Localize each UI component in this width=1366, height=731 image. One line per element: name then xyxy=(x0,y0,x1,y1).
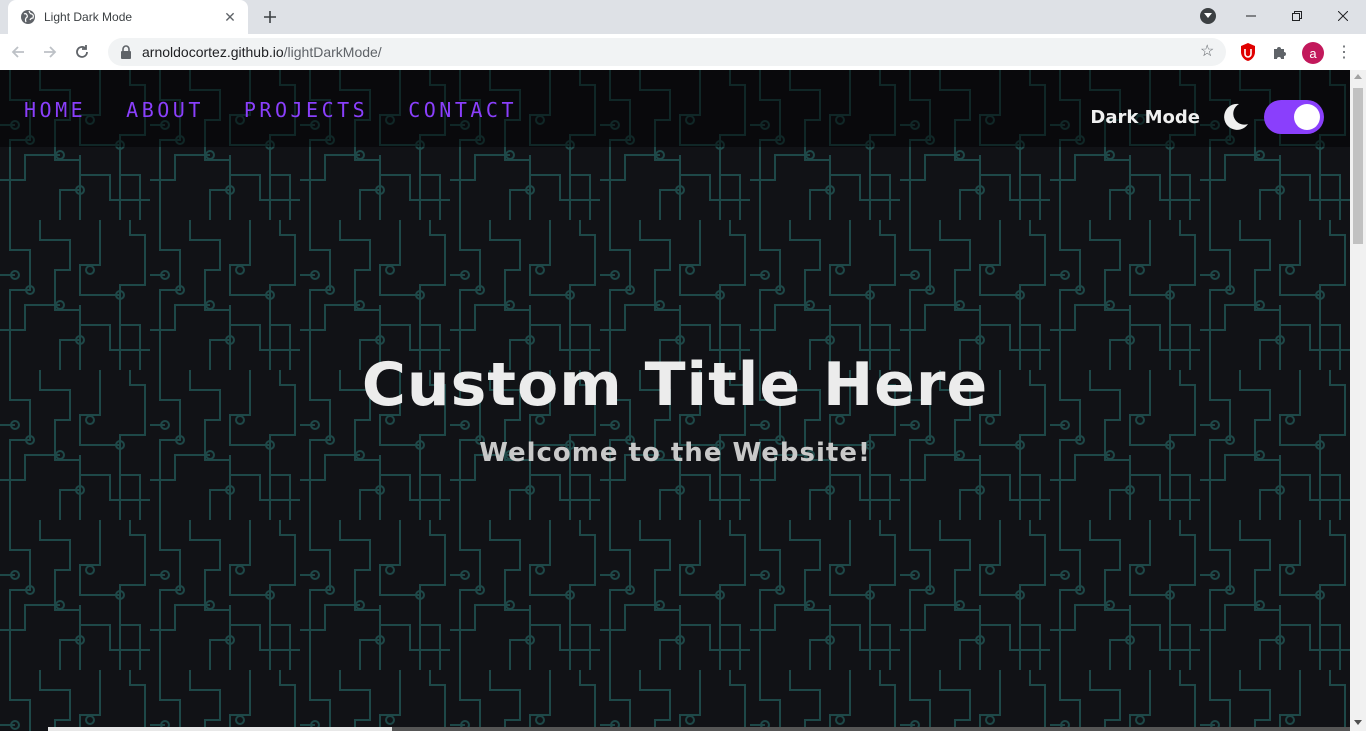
tab-search-icon[interactable] xyxy=(1200,8,1216,24)
url-host: arnoldocortez.github.io xyxy=(142,44,284,60)
vertical-scrollbar[interactable] xyxy=(1350,70,1366,731)
minimize-button[interactable] xyxy=(1228,0,1274,32)
nav-links: HOME ABOUT PROJECTS CONTACT xyxy=(24,98,557,122)
nav-link-projects[interactable]: PROJECTS xyxy=(244,98,368,122)
switch-knob xyxy=(1294,104,1320,130)
browser-toolbar: arnoldocortez.github.io/lightDarkMode/ ☆… xyxy=(0,34,1366,70)
url-path: /lightDarkMode/ xyxy=(283,44,382,60)
hero-title: Custom Title Here xyxy=(361,350,989,420)
restore-button[interactable] xyxy=(1274,0,1320,32)
window-controls xyxy=(1200,0,1366,34)
nav-link-contact[interactable]: CONTACT xyxy=(408,98,517,122)
hero-subtitle: Welcome to the Website! xyxy=(479,438,871,468)
tab-title: Light Dark Mode xyxy=(44,10,133,24)
close-tab-icon[interactable]: ✕ xyxy=(222,9,238,25)
tab-strip: Light Dark Mode ✕ xyxy=(0,0,1366,34)
moon-icon xyxy=(1220,102,1250,132)
lock-icon xyxy=(120,45,132,59)
scroll-down-icon[interactable] xyxy=(1354,720,1362,725)
ublock-shield-icon[interactable] xyxy=(1238,42,1258,62)
address-bar[interactable]: arnoldocortez.github.io/lightDarkMode/ ☆ xyxy=(108,38,1226,66)
new-tab-button[interactable] xyxy=(258,6,282,28)
nav-link-about[interactable]: ABOUT xyxy=(126,98,204,122)
reload-button[interactable] xyxy=(68,38,96,66)
extensions-puzzle-icon[interactable] xyxy=(1270,42,1290,62)
nav-link-home[interactable]: HOME xyxy=(24,98,86,122)
more-menu-icon[interactable]: ⋮ xyxy=(1334,42,1354,62)
close-window-button[interactable] xyxy=(1320,0,1366,32)
globe-icon xyxy=(20,9,36,25)
back-button[interactable] xyxy=(4,38,32,66)
bookmark-star-icon[interactable]: ☆ xyxy=(1200,44,1216,60)
web-page: HOME ABOUT PROJECTS CONTACT Dark Mode Cu… xyxy=(0,70,1350,731)
theme-toggle-label: Dark Mode xyxy=(1090,106,1200,128)
site-navbar: HOME ABOUT PROJECTS CONTACT Dark Mode xyxy=(0,70,1350,147)
forward-button[interactable] xyxy=(36,38,64,66)
scrollbar-thumb[interactable] xyxy=(1353,88,1363,244)
horizontal-scroll-track xyxy=(48,727,392,731)
scroll-up-icon[interactable] xyxy=(1354,74,1362,79)
theme-toggle-area: Dark Mode xyxy=(1090,100,1324,134)
profile-avatar[interactable]: a xyxy=(1302,42,1324,64)
horizontal-scroll-thumb[interactable] xyxy=(392,727,1350,731)
dark-mode-switch[interactable] xyxy=(1264,100,1324,134)
browser-tab[interactable]: Light Dark Mode ✕ xyxy=(8,0,248,34)
